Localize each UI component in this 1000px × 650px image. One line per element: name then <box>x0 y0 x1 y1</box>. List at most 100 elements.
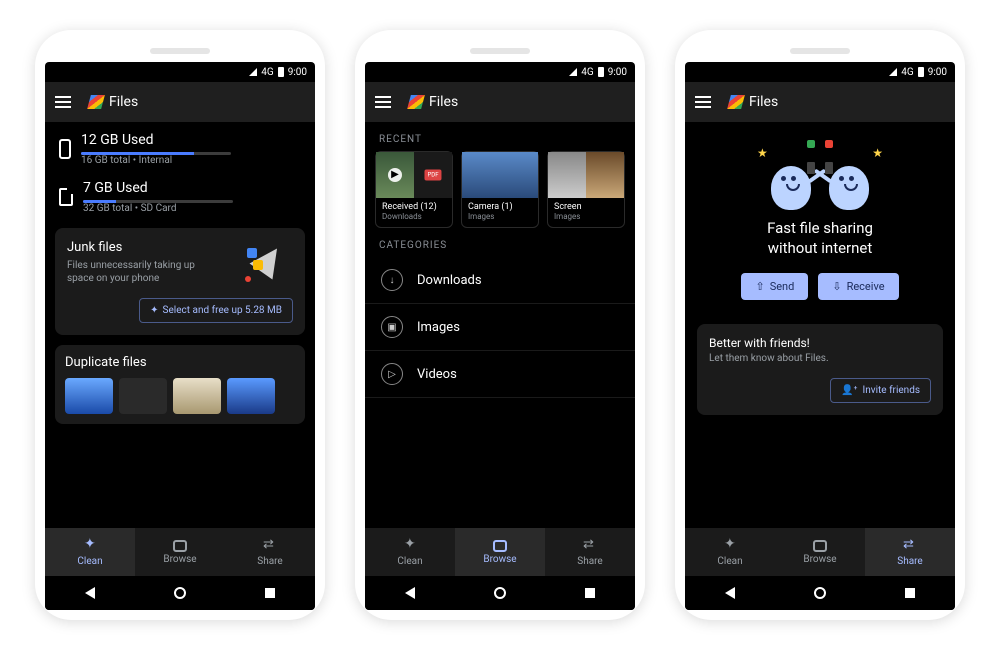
tab-share[interactable]: Share <box>865 528 955 576</box>
app-title: Files <box>749 94 778 110</box>
tab-label: Clean <box>77 556 102 567</box>
send-label: Send <box>770 280 795 293</box>
bottom-tab-bar: Clean Browse Share <box>45 528 315 576</box>
brush-icon <box>245 240 293 288</box>
menu-icon[interactable] <box>695 96 711 108</box>
duplicate-thumb[interactable] <box>119 378 167 414</box>
send-button[interactable]: ⇧ Send <box>741 273 808 300</box>
nav-home-icon[interactable] <box>174 587 186 599</box>
category-downloads[interactable]: ↓ Downloads <box>365 257 635 304</box>
speaker-slot <box>790 48 850 54</box>
browse-icon <box>813 540 827 552</box>
category-images[interactable]: ▣ Images <box>365 304 635 351</box>
nav-recent-icon[interactable] <box>265 588 275 598</box>
nav-recent-icon[interactable] <box>585 588 595 598</box>
tab-browse[interactable]: Browse <box>135 528 225 576</box>
android-nav-bar <box>685 576 955 610</box>
signal-icon <box>569 68 577 76</box>
menu-icon[interactable] <box>375 96 391 108</box>
duplicate-title: Duplicate files <box>65 355 295 370</box>
download-icon: ⇩ <box>832 280 841 293</box>
download-icon: ↓ <box>381 269 403 291</box>
recent-sub: Images <box>554 212 618 221</box>
sdcard-icon <box>59 188 73 206</box>
tab-clean[interactable]: Clean <box>365 528 455 576</box>
clock-label: 9:00 <box>288 67 307 78</box>
speaker-slot <box>470 48 530 54</box>
clock-label: 9:00 <box>928 67 947 78</box>
clean-icon <box>82 538 98 554</box>
clean-icon <box>722 538 738 554</box>
browse-content: RECENT Received (12) Downloads Camera (1… <box>365 122 635 528</box>
nav-back-icon[interactable] <box>725 587 735 599</box>
recent-card[interactable]: Screen Images <box>547 151 625 228</box>
tab-share[interactable]: Share <box>545 528 635 576</box>
speaker-slot <box>150 48 210 54</box>
tab-label: Clean <box>717 556 742 567</box>
duplicate-thumb[interactable] <box>173 378 221 414</box>
upload-icon: ⇧ <box>755 280 764 293</box>
recent-title: Camera (1) <box>468 202 532 212</box>
tab-share[interactable]: Share <box>225 528 315 576</box>
tab-browse[interactable]: Browse <box>455 528 545 576</box>
storage-sdcard[interactable]: 7 GB Used 32 GB total • SD Card <box>45 170 315 218</box>
sparkle-icon: ✦ <box>150 305 158 316</box>
video-icon: ▷ <box>381 363 403 385</box>
nav-home-icon[interactable] <box>494 587 506 599</box>
storage-used-label: 7 GB Used <box>83 180 301 196</box>
signal-icon <box>889 68 897 76</box>
recent-title: Received (12) <box>382 202 446 212</box>
battery-icon <box>598 67 604 77</box>
duplicate-files-card: Duplicate files <box>55 345 305 424</box>
files-logo-icon <box>727 95 745 109</box>
recent-card[interactable]: Camera (1) Images <box>461 151 539 228</box>
app-bar: Files <box>685 82 955 122</box>
recent-sub: Images <box>468 212 532 221</box>
category-videos[interactable]: ▷ Videos <box>365 351 635 398</box>
nav-recent-icon[interactable] <box>905 588 915 598</box>
duplicate-thumb[interactable] <box>227 378 275 414</box>
tab-label: Share <box>897 556 922 567</box>
status-bar: 4G 9:00 <box>45 62 315 82</box>
recent-row[interactable]: Received (12) Downloads Camera (1) Image… <box>365 151 635 228</box>
bottom-tab-bar: Clean Browse Share <box>365 528 635 576</box>
junk-files-card: Junk files Files unnecessarily taking up… <box>55 228 305 335</box>
tab-clean[interactable]: Clean <box>685 528 775 576</box>
app-title: Files <box>109 94 138 110</box>
share-illustration: ★ ★ <box>699 142 941 218</box>
share-icon <box>902 538 918 554</box>
tab-browse[interactable]: Browse <box>775 528 865 576</box>
storage-sub-label: 32 GB total • SD Card <box>83 203 301 214</box>
clock-label: 9:00 <box>608 67 627 78</box>
storage-internal[interactable]: 12 GB Used 16 GB total • Internal <box>45 122 315 170</box>
invite-friends-button[interactable]: 👤⁺ Invite friends <box>830 378 931 403</box>
receive-label: Receive <box>847 280 885 293</box>
app-title: Files <box>429 94 458 110</box>
category-label: Videos <box>417 367 457 382</box>
status-bar: 4G 9:00 <box>365 62 635 82</box>
categories-section-label: CATEGORIES <box>365 228 635 257</box>
signal-icon <box>249 68 257 76</box>
junk-action-button[interactable]: ✦ Select and free up 5.28 MB <box>139 298 293 323</box>
android-nav-bar <box>45 576 315 610</box>
tab-clean[interactable]: Clean <box>45 528 135 576</box>
phone-mock-clean: 4G 9:00 Files 12 GB Used 16 GB total • I… <box>35 30 325 620</box>
phone-mock-share: 4G 9:00 Files ★ ★ Fa <box>675 30 965 620</box>
nav-home-icon[interactable] <box>814 587 826 599</box>
receive-button[interactable]: ⇩ Receive <box>818 273 898 300</box>
star-icon: ★ <box>757 146 768 160</box>
menu-icon[interactable] <box>55 96 71 108</box>
recent-card[interactable]: Received (12) Downloads <box>375 151 453 228</box>
network-label: 4G <box>581 67 593 78</box>
tab-label: Share <box>257 556 282 567</box>
nav-back-icon[interactable] <box>85 587 95 599</box>
storage-used-label: 12 GB Used <box>81 132 301 148</box>
tab-label: Share <box>577 556 602 567</box>
nav-back-icon[interactable] <box>405 587 415 599</box>
battery-icon <box>278 67 284 77</box>
image-icon: ▣ <box>381 316 403 338</box>
recent-title: Screen <box>554 202 618 212</box>
duplicate-thumb[interactable] <box>65 378 113 414</box>
phone-mock-browse: 4G 9:00 Files RECENT Received (12) Downl… <box>355 30 645 620</box>
app-bar: Files <box>365 82 635 122</box>
